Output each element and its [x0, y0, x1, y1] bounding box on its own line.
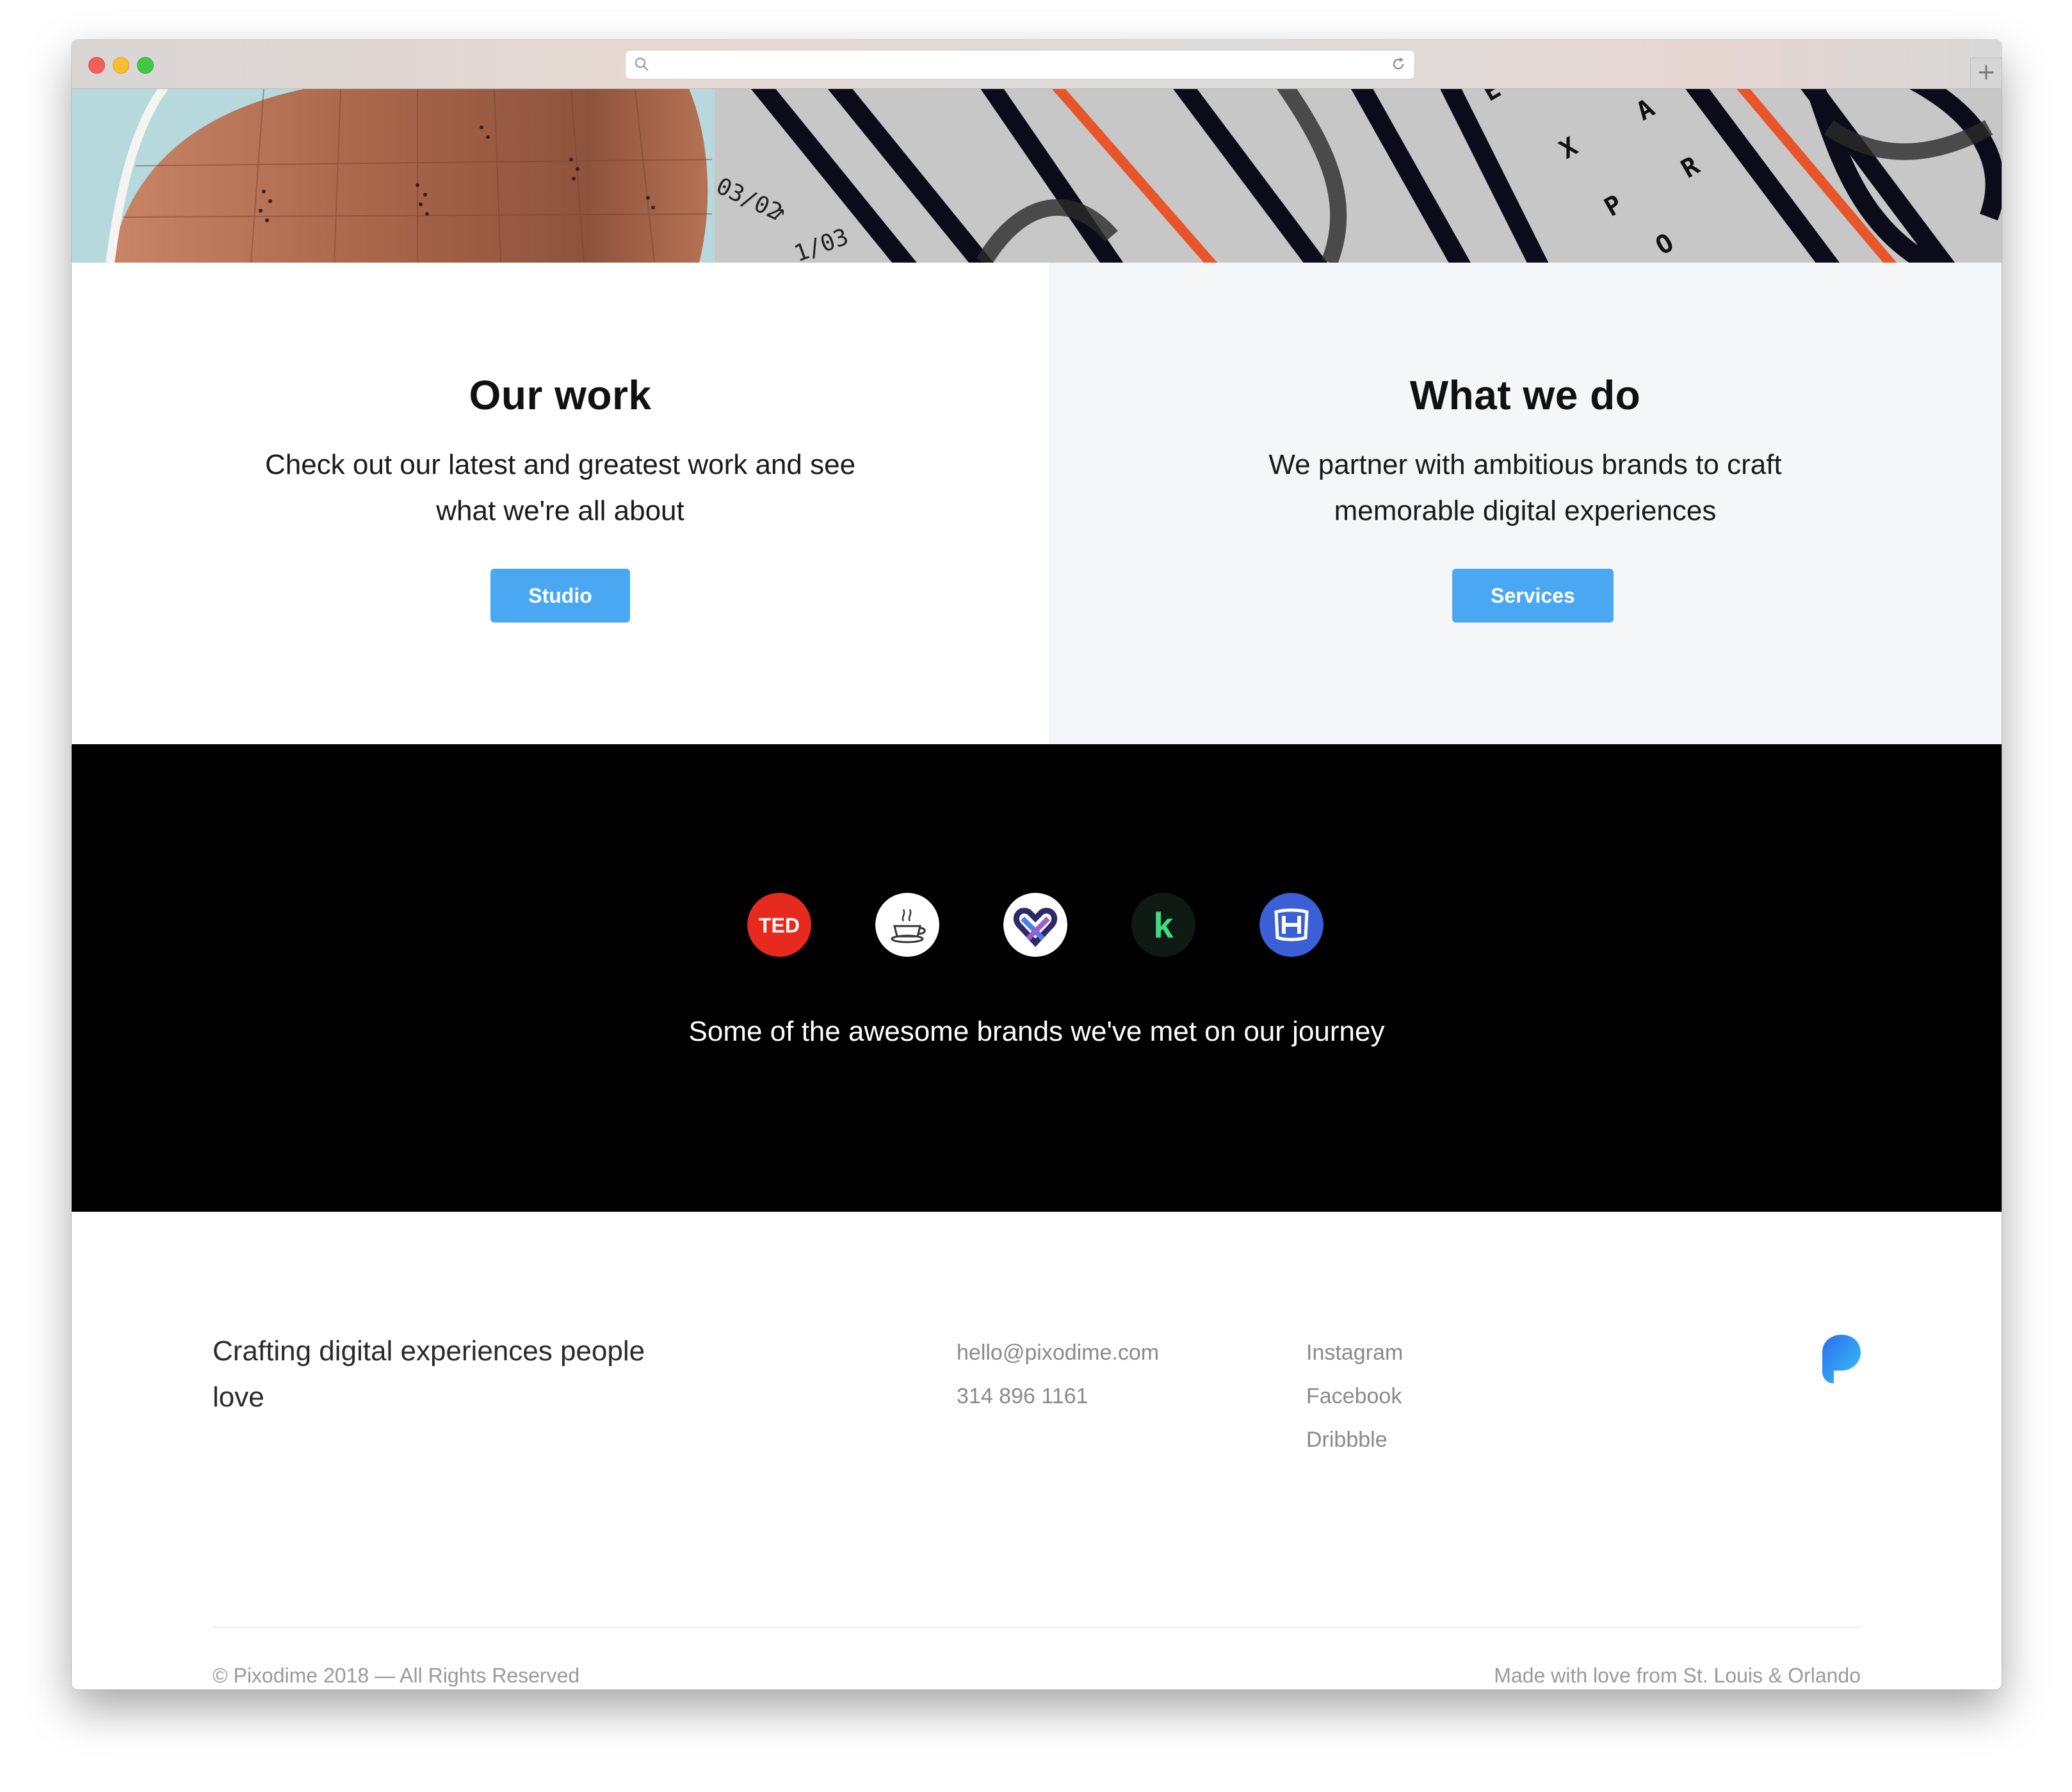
new-tab-button[interactable]: +	[1970, 58, 2002, 88]
zoom-window-button[interactable]	[137, 57, 154, 74]
browser-titlebar: +	[72, 40, 2002, 89]
our-work-title: Our work	[469, 372, 652, 418]
brands-caption: Some of the awesome brands we've met on …	[688, 1016, 1385, 1047]
browser-window: + E X P A R O 03/02 1/03 → Our work Chec…	[72, 40, 2002, 1690]
footer-divider	[213, 1627, 1861, 1628]
intro-columns: Our work Check out our latest and greate…	[72, 263, 2002, 744]
made-with-love-text: Made with love from St. Louis & Orlando	[1494, 1664, 1861, 1687]
building-photo	[72, 89, 715, 263]
what-we-do-description: We partner with ambitious brands to craf…	[1268, 449, 1782, 526]
what-we-do-column: What we do We partner with ambitious bra…	[1049, 263, 2002, 744]
site-footer: Crafting digital experiences people love…	[72, 1212, 2002, 1690]
honda-logo	[1259, 893, 1323, 957]
what-we-do-title: What we do	[1409, 372, 1641, 418]
footer-tagline: Crafting digital experiences people love	[213, 1335, 645, 1413]
hero-image-strip: E X P A R O 03/02 1/03 →	[72, 89, 2002, 263]
search-icon	[635, 57, 649, 71]
instagram-link[interactable]: Instagram	[1306, 1331, 1403, 1374]
ted-logo-text: TED	[759, 914, 800, 937]
dribbble-link[interactable]: Dribbble	[1306, 1418, 1403, 1462]
email-link[interactable]: hello@pixodime.com	[957, 1331, 1159, 1374]
k-logo-text: k	[1153, 905, 1174, 945]
our-work-description: Check out our latest and greatest work a…	[264, 449, 856, 526]
address-bar[interactable]	[625, 50, 1415, 79]
footer-contact: hello@pixodime.com 314 896 1161	[957, 1331, 1159, 1418]
services-button[interactable]: Services	[1452, 569, 1614, 623]
close-window-button[interactable]	[88, 57, 105, 74]
minimize-window-button[interactable]	[113, 57, 129, 74]
reload-icon[interactable]	[1390, 56, 1407, 72]
brands-section: TED k Some of the awesome brands we've m…	[72, 744, 2002, 1212]
k-logo: k	[1131, 893, 1195, 957]
typography-poster-image: E X P A R O 03/02 1/03 →	[715, 89, 2002, 263]
studio-button[interactable]: Studio	[490, 569, 630, 623]
copyright-text: © Pixodime 2018 — All Rights Reserved	[213, 1664, 580, 1687]
pixodime-logo-icon[interactable]	[1820, 1333, 1862, 1385]
coffee-cup-logo	[875, 893, 939, 957]
phone-link[interactable]: 314 896 1161	[957, 1374, 1159, 1418]
footer-social-links: Instagram Facebook Dribbble	[1306, 1331, 1403, 1462]
our-work-column: Our work Check out our latest and greate…	[72, 263, 1049, 744]
ted-logo: TED	[747, 893, 811, 957]
heart-knot-logo	[1003, 893, 1067, 957]
facebook-link[interactable]: Facebook	[1306, 1374, 1403, 1418]
